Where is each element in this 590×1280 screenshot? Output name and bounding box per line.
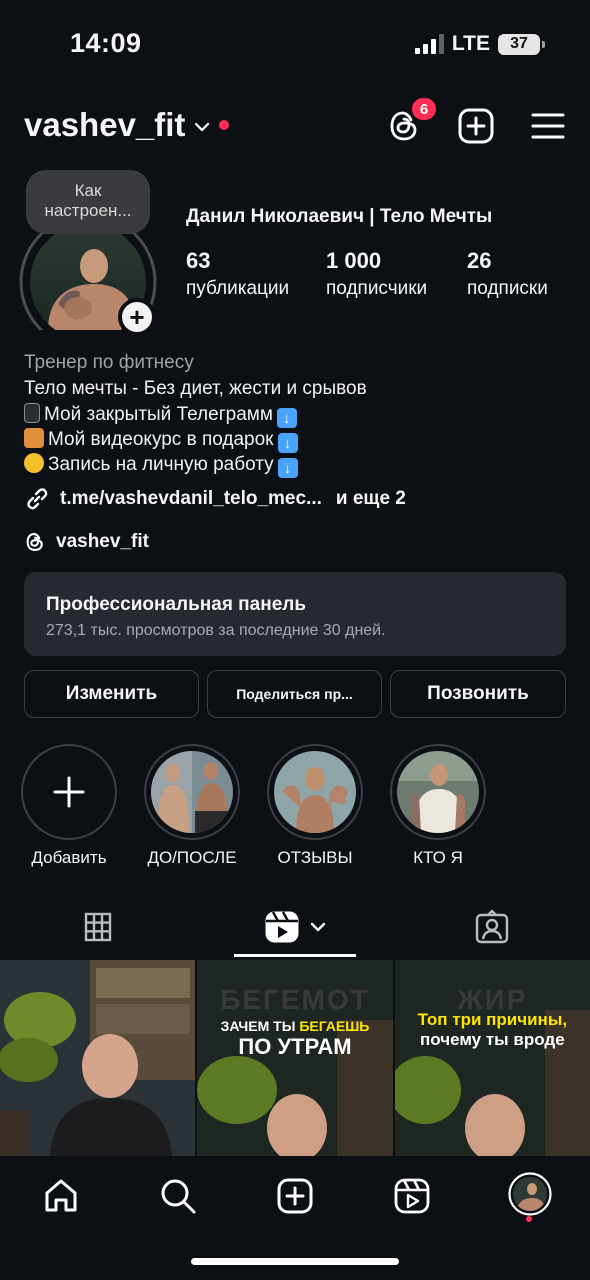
stat-label: публикации [186, 278, 290, 299]
link-text: t.me/vashevdanil_telo_mec... [60, 488, 322, 509]
pro-panel-title: Профессиональная панель [46, 594, 307, 615]
stat-followers[interactable]: 1 000 подписчики [326, 248, 427, 300]
grid-icon [84, 912, 112, 942]
profile-notification-dot [526, 1216, 532, 1222]
signal-icon [414, 34, 444, 54]
chevron-down-icon [193, 106, 211, 144]
account-switcher[interactable]: vashev_fit [24, 106, 230, 144]
post-thumbnail[interactable]: ЖИР Топ три причины, почему ты вроде [394, 960, 590, 1156]
threads-profile-link[interactable]: vashev_fit [24, 531, 149, 553]
post-thumbnail[interactable]: БЕГЕМОТ ЗАЧЕМ ТЫ БЕГАЕШЬ ПО УТРАМ [197, 960, 393, 1156]
professional-dashboard[interactable]: Профессиональная панель 273,1 тыс. просм… [24, 572, 566, 656]
tab-reels[interactable] [234, 896, 356, 958]
post-image [0, 960, 196, 1156]
tagged-user-icon [475, 910, 509, 944]
plus-icon [53, 776, 85, 808]
link-more[interactable]: и еще 2 [336, 488, 406, 510]
stat-label: подписчики [326, 278, 428, 299]
posts-grid: БЕГЕМОТ ЗАЧЕМ ТЫ БЕГАЕШЬ ПО УТРАМ ЖИР То… [0, 960, 590, 1156]
bio-line: Тело мечты - Без диет, жести и срывов [24, 378, 367, 399]
nav-create[interactable] [275, 1176, 315, 1216]
chevron-down-icon [310, 922, 326, 932]
home-icon [45, 1179, 77, 1212]
post-background-word: БЕГЕМОТ [220, 984, 370, 1015]
note-text: Как настроен... [44, 181, 132, 220]
stat-following[interactable]: 26 подписки [467, 248, 548, 300]
content-tabs [0, 896, 590, 958]
bio-line: Мой закрытый Телеграмм ↓ [24, 403, 297, 428]
nav-search[interactable] [158, 1176, 198, 1216]
stat-value: 26 [467, 248, 492, 273]
notification-dot [219, 120, 230, 130]
highlight-label: Добавить [31, 848, 107, 867]
post-caption-line: почему ты вроде [419, 1030, 565, 1049]
pro-panel-subtitle: 273,1 тыс. просмотров за последние 30 дн… [46, 622, 386, 639]
highlight-cover [397, 751, 479, 833]
sunglasses-face-icon [24, 453, 44, 473]
profile-avatar-icon [508, 1172, 552, 1216]
nav-profile[interactable] [508, 1172, 552, 1216]
stat-label: подписки [467, 278, 548, 299]
highlight-label: ОТЗЫВЫ [277, 848, 353, 867]
threads-badge: 6 [410, 96, 438, 122]
username-label: vashev_fit [24, 106, 186, 143]
highlight-reviews[interactable]: ОТЗЫВЫ [267, 744, 363, 868]
gift-icon [24, 428, 44, 448]
down-arrow-icon: ↓ [277, 433, 298, 453]
display-name: Данил Николаевич | Тело Мечты [186, 206, 493, 227]
home-indicator[interactable] [191, 1258, 399, 1265]
tab-tagged[interactable] [394, 896, 590, 958]
call-button[interactable]: Позвонить [390, 670, 566, 718]
threads-icon [26, 533, 43, 551]
nav-home[interactable] [41, 1176, 81, 1216]
add-story-button[interactable]: + [118, 298, 156, 336]
down-arrow-icon: ↓ [276, 408, 297, 428]
highlight-label: КТО Я [413, 848, 463, 867]
highlight-cover [151, 751, 233, 833]
tab-grid[interactable] [0, 896, 196, 958]
plus-square-icon [458, 108, 494, 144]
post-caption-line: ПО УТРАМ [238, 1034, 352, 1059]
menu-button[interactable] [528, 106, 568, 146]
threads-handle: vashev_fit [56, 531, 149, 552]
status-indicators: LTE 37 [414, 32, 545, 56]
nav-reels[interactable] [392, 1176, 432, 1216]
note-bubble[interactable]: Как настроен... [26, 170, 150, 234]
highlight-cover [274, 751, 356, 833]
highlight-about[interactable]: КТО Я [390, 744, 486, 868]
post-caption-line: ЗАЧЕМ ТЫ БЕГАЕШЬ [220, 1018, 370, 1034]
edit-profile-button[interactable]: Изменить [24, 670, 199, 718]
plus-square-icon [277, 1178, 313, 1214]
create-button[interactable] [456, 106, 496, 146]
share-profile-button[interactable]: Поделиться пр... [207, 670, 382, 718]
stat-value: 63 [186, 248, 211, 273]
bio-line: Запись на личную работу ↓ [24, 453, 298, 478]
search-icon [161, 1179, 196, 1214]
bio-category: Тренер по фитнесу [24, 352, 194, 373]
highlight-add[interactable]: Добавить [21, 744, 117, 868]
post-caption-line: Топ три причины, [417, 1010, 568, 1029]
down-arrow-icon: ↓ [277, 458, 298, 478]
network-label: LTE [451, 32, 490, 55]
highlight-before-after[interactable]: ДО/ПОСЛЕ [144, 744, 240, 868]
stat-posts[interactable]: 63 публикации [186, 248, 289, 300]
stat-value: 1 000 [326, 248, 382, 273]
reels-icon [265, 911, 299, 943]
phone-icon [24, 403, 40, 423]
hamburger-icon [531, 113, 565, 139]
active-tab-indicator [234, 954, 356, 957]
battery-icon: 37 [498, 33, 545, 55]
post-thumbnail[interactable] [0, 960, 196, 1156]
link-icon [27, 488, 48, 510]
reels-icon [394, 1178, 430, 1214]
bio-line: Мой видеокурс в подарок ↓ [24, 428, 298, 453]
plus-icon: + [129, 301, 145, 332]
bio-link[interactable]: t.me/vashevdanil_telo_mec... и еще 2 [24, 486, 406, 512]
highlight-label: ДО/ПОСЛЕ [147, 848, 237, 867]
status-time: 14:09 [70, 28, 142, 58]
